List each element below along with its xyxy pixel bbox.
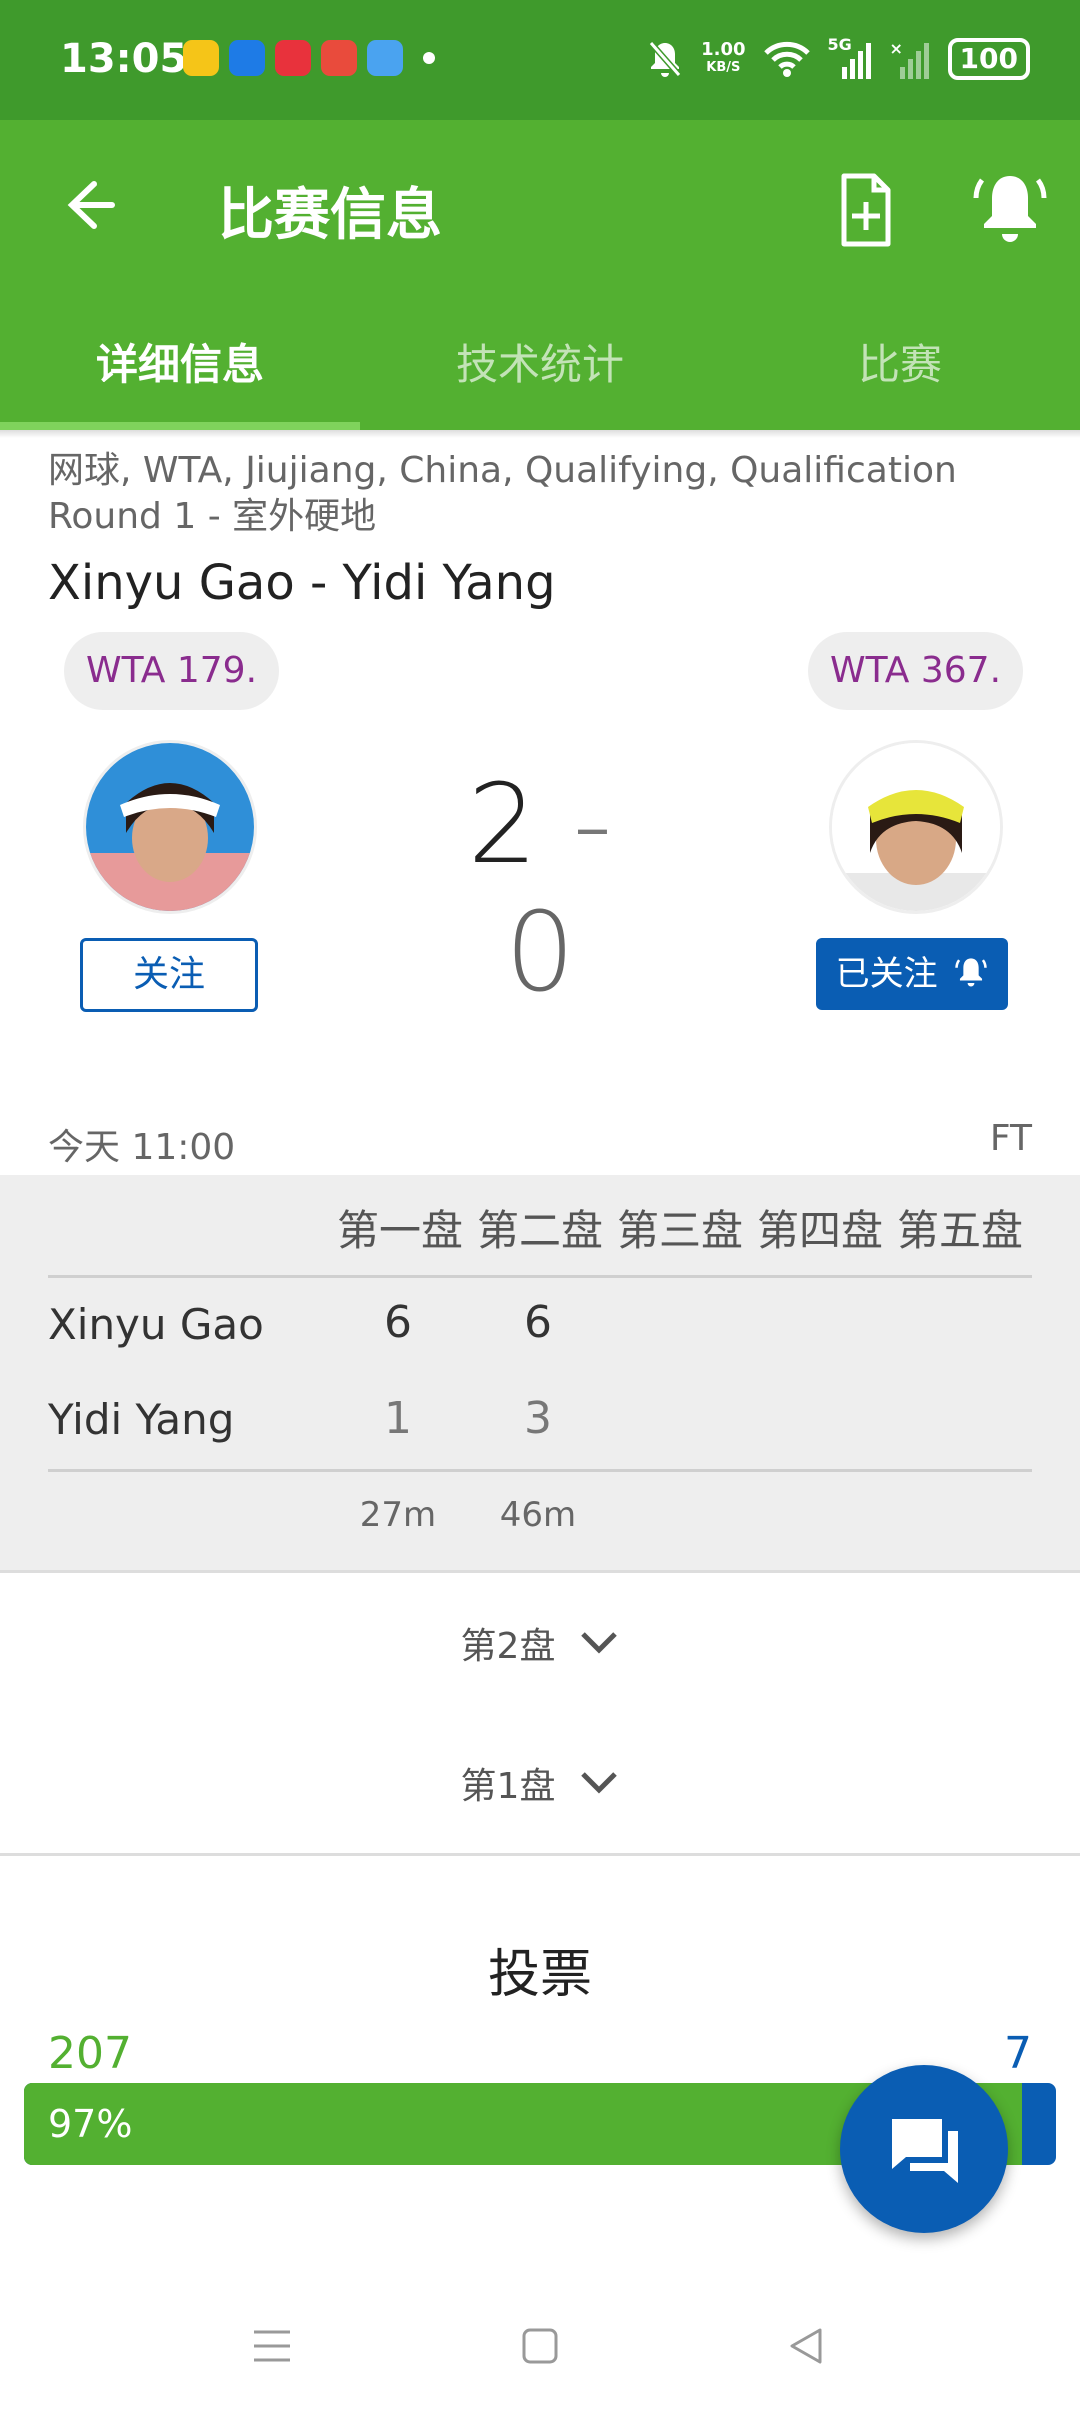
mute-icon (648, 41, 682, 77)
home-set-2-score: 6 (524, 1297, 552, 1348)
home-player-avatar[interactable] (83, 740, 257, 914)
set-header-1: 第一盘 (336, 1206, 463, 1255)
match-title: Xinyu Gao - Yidi Yang (48, 555, 556, 611)
home-score: 2 (467, 760, 538, 888)
more-notifications-dot (423, 52, 435, 64)
away-player-avatar[interactable] (829, 740, 1003, 914)
network-speed-unit: KB/S (706, 60, 741, 75)
network-speed-value: 1.00 (701, 39, 746, 60)
network-speed: 1.00 KB/S (701, 41, 745, 77)
chat-icon (892, 2119, 958, 2183)
status-bar: 13:05 1.00 KB/S 5G × 100 (0, 0, 1080, 120)
match-time-row: 今天 11:00 FT (48, 1118, 1032, 1170)
away-vote-count: 7 (1004, 2028, 1032, 2079)
set-2-expander[interactable]: 第2盘 (0, 1570, 1080, 1716)
weibo-icon (183, 40, 219, 76)
set-1-label: 第1盘 (460, 1766, 556, 1807)
set-header-2: 第二盘 (476, 1206, 603, 1255)
away-player-name: Yidi Yang (48, 1395, 235, 1444)
match-score: 2 - 0 (420, 760, 660, 1016)
tab-details[interactable]: 详细信息 (0, 310, 360, 430)
away-set-2-score: 3 (524, 1393, 552, 1444)
tab-bar: 详细信息 技术统计 比赛 (0, 310, 1080, 430)
home-vote-percent: 97% (48, 2102, 133, 2146)
set-2-label: 第2盘 (460, 1626, 556, 1667)
home-vote-count: 207 (48, 2028, 132, 2079)
match-status: FT (989, 1118, 1032, 1159)
set-1-expander[interactable]: 第1盘 (0, 1713, 1080, 1856)
back-nav-icon[interactable] (786, 2326, 826, 2366)
following-away-button[interactable]: 已关注 (816, 938, 1008, 1010)
add-to-calendar-icon[interactable] (830, 170, 900, 250)
home-nav-icon[interactable] (520, 2326, 560, 2366)
followed-label: 已关注 (835, 954, 938, 994)
away-score: 0 (505, 888, 575, 1016)
away-rank-badge: WTA 367. (808, 632, 1024, 710)
set-header-4: 第四盘 (756, 1206, 883, 1255)
blue-app-icon (367, 40, 403, 76)
system-icons: 1.00 KB/S 5G × 100 (647, 35, 1030, 80)
home-player-name: Xinyu Gao (48, 1300, 264, 1349)
qq-browser-icon (229, 40, 265, 76)
app-bar: 比赛信息 详细信息 技术统计 比赛 (0, 120, 1080, 430)
battery-indicator: 100 (947, 38, 1030, 80)
home-player-photo (86, 743, 254, 911)
signal-sim2-icon: × (890, 39, 930, 79)
wifi-icon (763, 41, 810, 77)
away-set-1-score: 1 (384, 1393, 412, 1444)
away-player-photo (832, 743, 1000, 911)
score-separator: - (572, 760, 613, 888)
home-rank-badge: WTA 179. (64, 632, 280, 710)
tab-matches[interactable]: 比赛 (720, 310, 1080, 430)
sets-table: 第一盘 第二盘 第三盘 第四盘 第五盘 Xinyu Gao 6 6 Yidi Y… (0, 1175, 1080, 1570)
bell-icon (955, 958, 988, 987)
back-button[interactable] (50, 170, 120, 240)
notification-icons (183, 40, 435, 76)
sets-divider-bottom (48, 1469, 1032, 1472)
set-header-5: 第五盘 (896, 1206, 1023, 1255)
sets-header: 第一盘 第二盘 第三盘 第四盘 第五盘 (330, 1197, 1030, 1258)
chevron-down-icon (581, 1632, 618, 1654)
xiaohongshu-icon (275, 40, 311, 76)
league-info: 网球, WTA, Jiujiang, China, Qualifying, Qu… (48, 450, 957, 537)
set-2-duration: 46m (499, 1495, 577, 1535)
system-nav-bar (0, 2290, 1080, 2414)
toutiao-icon (321, 40, 357, 76)
follow-home-button[interactable]: 关注 (80, 938, 258, 1012)
chevron-down-icon (581, 1772, 618, 1794)
match-time: 今天 11:00 (48, 1127, 236, 1168)
signal-label: 5G (827, 35, 852, 54)
sets-divider-top (48, 1275, 1032, 1278)
menu-nav-icon[interactable] (252, 2326, 292, 2366)
vote-title: 投票 (487, 1945, 592, 2005)
tab-statistics[interactable]: 技术统计 (360, 310, 720, 430)
signal-5g-icon: 5G (828, 35, 872, 79)
status-time: 13:05 (60, 36, 188, 82)
set-1-duration: 27m (359, 1495, 437, 1535)
chat-fab-button[interactable] (840, 2065, 1008, 2233)
set-header-3: 第三盘 (616, 1206, 743, 1255)
notification-bell-icon[interactable] (972, 168, 1048, 248)
home-set-1-score: 6 (384, 1297, 412, 1348)
page-title: 比赛信息 (218, 183, 442, 248)
appbar-shadow (0, 430, 1080, 438)
